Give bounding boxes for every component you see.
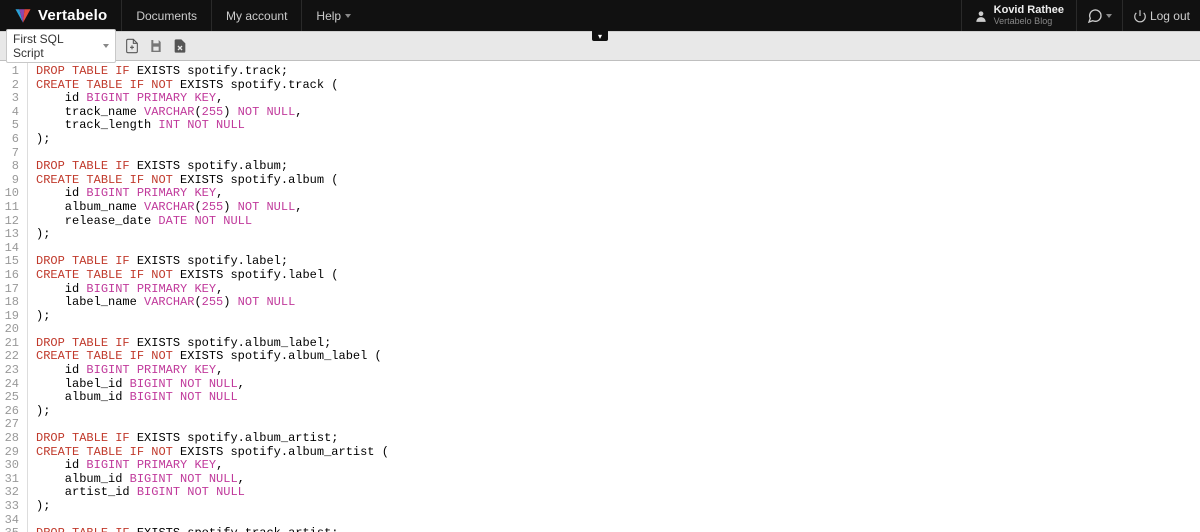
chat-bubble-icon: [1087, 8, 1103, 24]
code-line[interactable]: label_id BIGINT NOT NULL,: [36, 378, 389, 392]
brand-logo[interactable]: Vertabelo: [0, 7, 121, 25]
code-line[interactable]: );: [36, 310, 389, 324]
code-line[interactable]: release_date DATE NOT NULL: [36, 215, 389, 229]
code-line[interactable]: [36, 242, 389, 256]
code-line[interactable]: CREATE TABLE IF NOT EXISTS spotify.album…: [36, 350, 389, 364]
save-icon: [148, 38, 164, 54]
code-line[interactable]: );: [36, 133, 389, 147]
code-line[interactable]: album_id BIGINT NOT NULL,: [36, 473, 389, 487]
logout-button[interactable]: Log out: [1122, 0, 1200, 31]
nav-help-label: Help: [316, 9, 341, 23]
nav-documents[interactable]: Documents: [121, 0, 211, 31]
delete-button[interactable]: [172, 38, 188, 54]
code-line[interactable]: id BIGINT PRIMARY KEY,: [36, 364, 389, 378]
top-right: Kovid Rathee Vertabelo Blog Log out: [961, 0, 1200, 31]
user-icon: [974, 9, 988, 23]
code-line[interactable]: [36, 323, 389, 337]
code-line[interactable]: DROP TABLE IF EXISTS spotify.album_artis…: [36, 432, 389, 446]
code-line[interactable]: album_id BIGINT NOT NULL: [36, 391, 389, 405]
collapse-handle-icon[interactable]: ▾: [592, 31, 608, 41]
code-line[interactable]: label_name VARCHAR(255) NOT NULL: [36, 296, 389, 310]
code-line[interactable]: id BIGINT PRIMARY KEY,: [36, 92, 389, 106]
code-line[interactable]: [36, 418, 389, 432]
chevron-down-icon: [103, 44, 109, 48]
line-number-gutter: 1234567891011121314151617181920212223242…: [0, 61, 28, 532]
code-line[interactable]: CREATE TABLE IF NOT EXISTS spotify.label…: [36, 269, 389, 283]
logo-icon: [14, 7, 32, 25]
top-nav: Documents My account Help: [121, 0, 365, 31]
top-bar: Vertabelo Documents My account Help Kovi…: [0, 0, 1200, 31]
chat-button[interactable]: [1076, 0, 1122, 31]
chevron-down-icon: [1106, 14, 1112, 18]
code-line[interactable]: track_name VARCHAR(255) NOT NULL,: [36, 106, 389, 120]
code-line[interactable]: CREATE TABLE IF NOT EXISTS spotify.album…: [36, 446, 389, 460]
code-line[interactable]: [36, 147, 389, 161]
brand-name: Vertabelo: [38, 7, 107, 24]
logout-label: Log out: [1150, 9, 1190, 23]
code-editor[interactable]: 1234567891011121314151617181920212223242…: [0, 61, 1200, 532]
user-name: Kovid Rathee: [994, 5, 1064, 17]
code-line[interactable]: id BIGINT PRIMARY KEY,: [36, 283, 389, 297]
new-file-button[interactable]: [124, 38, 140, 54]
chevron-down-icon: [345, 14, 351, 18]
code-line[interactable]: );: [36, 405, 389, 419]
code-line[interactable]: );: [36, 500, 389, 514]
user-menu[interactable]: Kovid Rathee Vertabelo Blog: [961, 0, 1076, 31]
code-line[interactable]: DROP TABLE IF EXISTS spotify.album_label…: [36, 337, 389, 351]
code-line[interactable]: artist_id BIGINT NOT NULL: [36, 486, 389, 500]
toolbar: ▾ First SQL Script: [0, 31, 1200, 61]
nav-my-account[interactable]: My account: [211, 0, 301, 31]
file-x-icon: [172, 38, 188, 54]
code-area[interactable]: DROP TABLE IF EXISTS spotify.track;CREAT…: [28, 61, 397, 532]
code-line[interactable]: DROP TABLE IF EXISTS spotify.track_artis…: [36, 527, 389, 532]
nav-help[interactable]: Help: [301, 0, 365, 31]
code-line[interactable]: DROP TABLE IF EXISTS spotify.label;: [36, 255, 389, 269]
script-name: First SQL Script: [13, 32, 97, 60]
script-selector[interactable]: First SQL Script: [6, 29, 116, 63]
code-line[interactable]: track_length INT NOT NULL: [36, 119, 389, 133]
code-line[interactable]: id BIGINT PRIMARY KEY,: [36, 459, 389, 473]
code-line[interactable]: CREATE TABLE IF NOT EXISTS spotify.track…: [36, 79, 389, 93]
user-subtitle: Vertabelo Blog: [994, 17, 1064, 26]
code-line[interactable]: );: [36, 228, 389, 242]
code-line[interactable]: DROP TABLE IF EXISTS spotify.track;: [36, 65, 389, 79]
save-button[interactable]: [148, 38, 164, 54]
file-plus-icon: [124, 38, 140, 54]
code-line[interactable]: [36, 514, 389, 528]
code-line[interactable]: album_name VARCHAR(255) NOT NULL,: [36, 201, 389, 215]
code-line[interactable]: CREATE TABLE IF NOT EXISTS spotify.album…: [36, 174, 389, 188]
power-icon: [1133, 9, 1147, 23]
code-line[interactable]: DROP TABLE IF EXISTS spotify.album;: [36, 160, 389, 174]
code-line[interactable]: id BIGINT PRIMARY KEY,: [36, 187, 389, 201]
